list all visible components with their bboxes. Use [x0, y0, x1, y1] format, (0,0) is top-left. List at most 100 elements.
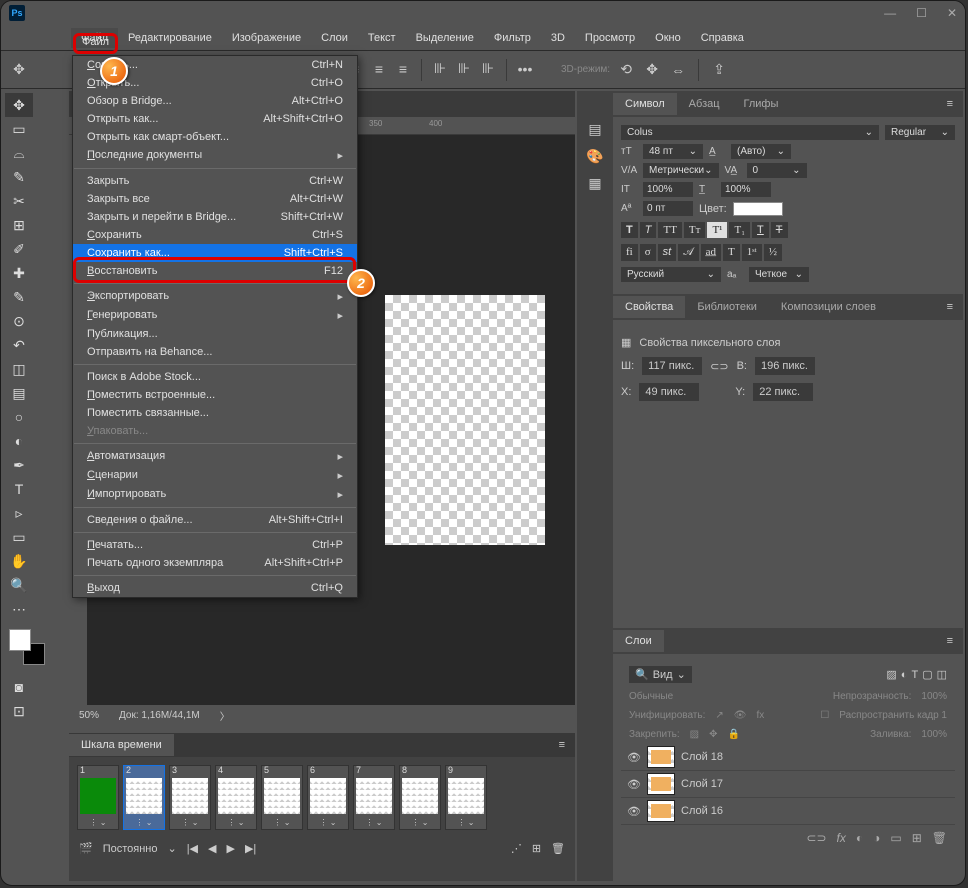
menu-item--[interactable]: Поместить встроенные...: [73, 386, 357, 404]
layer-row[interactable]: 👁 Слой 16: [621, 798, 955, 825]
baseline-input[interactable]: 0 пт: [643, 201, 693, 216]
color-swatch[interactable]: [9, 629, 45, 665]
share-icon[interactable]: ⇪: [709, 60, 729, 80]
delete-layer-icon[interactable]: 🗑: [932, 831, 947, 845]
menu-help[interactable]: Справка: [691, 28, 754, 48]
font-style-select[interactable]: Regular⌄: [885, 125, 955, 140]
timeline-frame-8[interactable]: 8⋮ ⌄: [399, 765, 441, 830]
move-tool[interactable]: ✥: [5, 93, 33, 117]
minimize-button[interactable]: —: [884, 6, 896, 20]
font-size-input[interactable]: 48 пт⌄: [643, 144, 703, 159]
play-icon[interactable]: ▶: [227, 842, 235, 855]
strike-button[interactable]: T: [771, 222, 788, 238]
fill-input[interactable]: 100%: [921, 729, 947, 740]
quick-select-tool[interactable]: ✎: [5, 165, 33, 189]
edit-toolbar[interactable]: ⋯: [5, 597, 33, 621]
unify-style-icon[interactable]: fx: [756, 710, 764, 721]
timeline-frame-9[interactable]: 9⋮ ⌄: [445, 765, 487, 830]
tab-glyphs[interactable]: Глифы: [732, 93, 791, 115]
histogram-icon[interactable]: ▤: [588, 121, 601, 138]
timeline-frame-7[interactable]: 7⋮ ⌄: [353, 765, 395, 830]
italic-button[interactable]: T: [640, 222, 657, 238]
language-select[interactable]: Русский⌄: [621, 267, 721, 282]
tab-character[interactable]: Символ: [613, 93, 677, 115]
filter-shape-icon[interactable]: ▢: [922, 668, 932, 681]
layer-row[interactable]: 👁 Слой 17: [621, 771, 955, 798]
type-tool[interactable]: T: [5, 477, 33, 501]
lock-position-icon[interactable]: ✥: [709, 729, 717, 740]
menu-item--adobe-stock-[interactable]: Поиск в Adobe Stock...: [73, 368, 357, 386]
kerning-input[interactable]: Метрически⌄: [643, 163, 719, 178]
timeline-frame-4[interactable]: 4⋮ ⌄: [215, 765, 257, 830]
vscale-input[interactable]: 100%: [643, 182, 693, 197]
quickmask-tool[interactable]: ◙: [5, 675, 33, 699]
next-frame-icon[interactable]: ▶|: [245, 842, 256, 855]
frame-tool[interactable]: ⊞: [5, 213, 33, 237]
convert-timeline-icon[interactable]: 🎬: [79, 842, 93, 855]
screenmode-tool[interactable]: ⊡: [5, 699, 33, 723]
x-input[interactable]: 49 пикс.: [639, 383, 699, 401]
menu-item--[interactable]: Импортировать▸: [73, 485, 357, 504]
menu-3d[interactable]: 3D: [541, 28, 575, 48]
new-layer-icon[interactable]: ⊞: [912, 831, 922, 845]
menu-item--[interactable]: Публикация...: [73, 325, 357, 343]
menu-item--[interactable]: Экспортировать▸: [73, 287, 357, 306]
stylistic-button[interactable]: st: [658, 244, 677, 261]
tab-layers[interactable]: Слои: [613, 630, 664, 652]
panel-menu-icon[interactable]: ≡: [937, 301, 963, 313]
blend-mode-select[interactable]: Обычные: [629, 691, 673, 702]
menu-item--[interactable]: Сценарии▸: [73, 466, 357, 485]
blur-tool[interactable]: ○: [5, 405, 33, 429]
gradient-tool[interactable]: ▤: [5, 381, 33, 405]
dodge-tool[interactable]: ◐: [5, 429, 33, 453]
color-icon[interactable]: 🎨: [586, 148, 603, 165]
menu-type[interactable]: Текст: [358, 28, 406, 48]
first-frame-icon[interactable]: |◀: [187, 842, 198, 855]
marquee-tool[interactable]: ▭: [5, 117, 33, 141]
menu-item--bridge-[interactable]: Закрыть и перейти в Bridge...Shift+Ctrl+…: [73, 208, 357, 226]
eyedropper-tool[interactable]: ✐: [5, 237, 33, 261]
new-frame-icon[interactable]: ⊞: [532, 842, 541, 855]
artboard[interactable]: [385, 295, 545, 545]
3d-orbit-icon[interactable]: ⟲: [616, 60, 636, 80]
unify-visibility-icon[interactable]: 👁: [734, 710, 747, 721]
brush-tool[interactable]: ✎: [5, 285, 33, 309]
opacity-input[interactable]: 100%: [921, 691, 947, 702]
align-center-icon[interactable]: ≡: [369, 59, 389, 79]
adjustment-icon[interactable]: ◑: [873, 831, 880, 845]
menu-window[interactable]: Окно: [645, 28, 691, 48]
font-family-select[interactable]: Colus⌄: [621, 125, 879, 140]
timeline-frame-3[interactable]: 3⋮ ⌄: [169, 765, 211, 830]
pen-tool[interactable]: ✒: [5, 453, 33, 477]
menu-item--[interactable]: Генерировать▸: [73, 306, 357, 325]
menu-item--[interactable]: Закрыть всеAlt+Ctrl+W: [73, 190, 357, 208]
timeline-frame-2[interactable]: 2⋮ ⌄: [123, 765, 165, 830]
3d-slide-icon[interactable]: ⇔: [668, 60, 688, 80]
bold-button[interactable]: T: [621, 222, 638, 238]
menu-item--[interactable]: СохранитьCtrl+S: [73, 226, 357, 244]
menu-item--[interactable]: Поместить связанные...: [73, 404, 357, 422]
tab-properties[interactable]: Свойства: [613, 296, 685, 318]
height-input[interactable]: 196 пикс.: [755, 357, 815, 375]
ligature-button[interactable]: fi: [621, 244, 638, 261]
visibility-icon[interactable]: 👁: [627, 805, 641, 818]
crop-tool[interactable]: ✂: [5, 189, 33, 213]
tween-icon[interactable]: ⋰: [511, 842, 522, 855]
filter-smart-icon[interactable]: ◫: [937, 668, 947, 681]
width-input[interactable]: 117 пикс.: [642, 357, 702, 375]
allcaps-button[interactable]: TT: [658, 222, 681, 238]
visibility-icon[interactable]: 👁: [627, 751, 641, 764]
link-layers-icon[interactable]: ⊂⊃: [806, 831, 826, 845]
underline-button[interactable]: T: [752, 222, 769, 238]
unify-position-icon[interactable]: ↗: [715, 710, 723, 721]
oldstyle-button[interactable]: σ: [640, 244, 656, 261]
layer-name[interactable]: Слой 16: [681, 805, 723, 817]
filter-type-icon[interactable]: T: [911, 669, 918, 681]
history-brush-tool[interactable]: ↶: [5, 333, 33, 357]
text-color-swatch[interactable]: [733, 202, 783, 216]
propagate-label[interactable]: Распространить кадр 1: [839, 710, 947, 721]
tab-libraries[interactable]: Библиотеки: [685, 296, 769, 318]
stamp-tool[interactable]: ⊙: [5, 309, 33, 333]
menu-item--behance-[interactable]: Отправить на Behance...: [73, 343, 357, 361]
menu-item--[interactable]: Сведения о файле...Alt+Shift+Ctrl+I: [73, 511, 357, 529]
